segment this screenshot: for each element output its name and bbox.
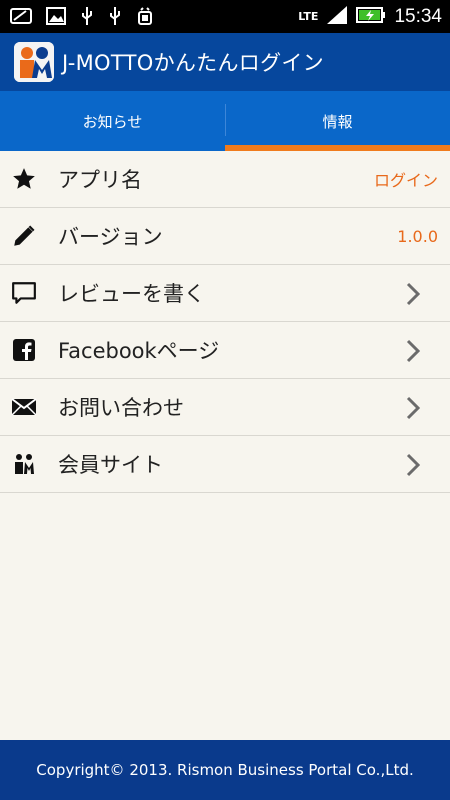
comment-icon [11,280,37,306]
battery-charging-icon [356,6,386,28]
tab-info[interactable]: 情報 [225,91,450,151]
app-header: J-MOTTOかんたんログイン [0,33,450,91]
list-item-value: ログイン [373,171,438,190]
list-item-write-review[interactable]: レビューを書く [0,265,450,322]
list-item-member-site[interactable]: 会員サイト [0,436,450,493]
copyright-text: Copyright© 2013. Rismon Business Portal … [36,761,414,779]
list-item-label: Facebookページ [58,339,220,363]
page-title: J-MOTTOかんたんログイン [62,51,324,75]
android-debug-icon [136,6,154,30]
list-item-facebook-page[interactable]: Facebookページ [0,322,450,379]
list-item-label: レビューを書く [58,282,205,306]
usb-icon [80,6,94,30]
clock: 15:34 [394,5,442,27]
signal-icon [326,5,348,29]
notification-icons [10,6,154,30]
tab-label: 情報 [322,112,353,131]
chevron-right-icon [406,396,421,424]
info-list: アプリ名 ログイン バージョン 1.0.0 レビューを書く Facebookペー… [0,151,450,493]
chevron-right-icon [406,339,421,367]
mail-icon [11,394,37,420]
list-item-label: バージョン [58,225,163,249]
footer: Copyright© 2013. Rismon Business Portal … [0,740,450,800]
list-item-label: お問い合わせ [58,396,184,420]
message-icon [10,7,32,29]
jmotto-logo-icon [14,42,54,82]
chevron-right-icon [406,282,421,310]
tab-label: お知らせ [82,112,143,131]
facebook-icon [11,337,37,363]
chevron-right-icon [406,453,421,481]
list-item-label: 会員サイト [58,453,163,477]
usb-icon [108,6,122,30]
list-item-app-name: アプリ名 ログイン [0,151,450,208]
list-item-version: バージョン 1.0.0 [0,208,450,265]
image-icon [46,7,66,29]
members-icon [11,451,37,477]
tab-notices[interactable]: お知らせ [0,91,225,151]
pencil-icon [11,223,37,249]
list-item-contact[interactable]: お問い合わせ [0,379,450,436]
tab-divider [225,104,226,136]
status-bar: LTE 15:34 [0,0,450,33]
star-icon [11,166,37,192]
network-type: LTE [298,10,319,23]
list-item-label: アプリ名 [58,168,142,192]
list-item-value: 1.0.0 [397,226,438,246]
